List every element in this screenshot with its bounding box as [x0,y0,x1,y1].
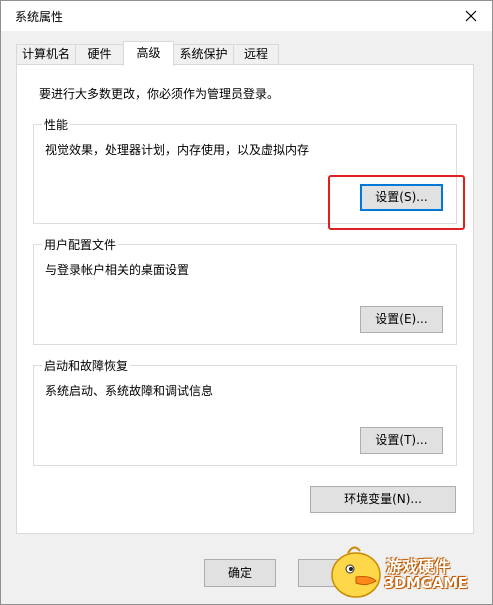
tab-hardware[interactable]: 硬件 [75,44,124,65]
user-profiles-settings-button[interactable]: 设置(E)... [360,306,443,333]
tab-remote[interactable]: 远程 [233,44,279,65]
user-profiles-desc: 与登录帐户相关的桌面设置 [45,263,190,277]
tab-system-protection[interactable]: 系统保护 [173,44,234,65]
environment-variables-button[interactable]: 环境变量(N)... [310,486,456,513]
watermark-text-en: 3DMGAME [384,574,468,592]
ok-button[interactable]: 确定 [204,559,276,587]
tab-computer-name[interactable]: 计算机名 [16,44,76,65]
window-title: 系统属性 [15,10,64,24]
user-profiles-title: 用户配置文件 [42,236,119,253]
close-icon [465,10,477,22]
startup-recovery-group: 启动和故障恢复 系统启动、系统故障和调试信息 设置(T)... [33,357,457,466]
admin-notice: 要进行大多数更改，你必须作为管理员登录。 [39,87,280,101]
close-button[interactable] [459,5,483,27]
duck-mascot-icon [331,546,381,598]
startup-recovery-title: 启动和故障恢复 [42,357,131,374]
tab-advanced[interactable]: 高级 [123,41,174,66]
startup-recovery-settings-button[interactable]: 设置(T)... [360,427,443,454]
highlight-box [328,175,465,230]
startup-recovery-desc: 系统启动、系统故障和调试信息 [45,384,214,398]
performance-desc: 视觉效果，处理器计划，内存使用，以及虚拟内存 [45,143,310,157]
user-profiles-group: 用户配置文件 与登录帐户相关的桌面设置 设置(E)... [33,236,457,345]
system-properties-window: 系统属性 计算机名 硬件 高级 系统保护 远程 要进行大多数更改，你必须作为管理… [0,0,493,605]
advanced-panel: 要进行大多数更改，你必须作为管理员登录。 性能 视觉效果，处理器计划，内存使用，… [16,64,474,534]
performance-title: 性能 [42,116,71,133]
watermark-logo: 游戏硬件 3DMGAME [326,541,486,603]
title-bar: 系统属性 [1,1,492,31]
